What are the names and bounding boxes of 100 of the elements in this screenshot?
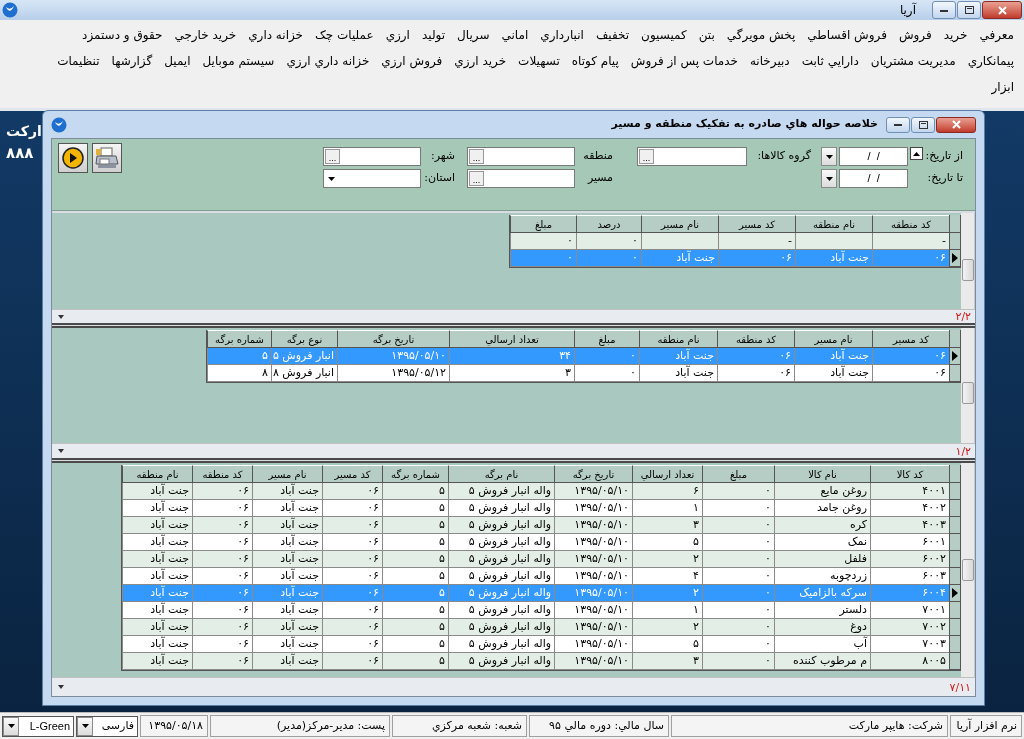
date-dropdown-button[interactable] — [821, 169, 837, 188]
row-indicator[interactable] — [949, 250, 961, 267]
menu-item[interactable]: خزانه داري — [248, 26, 303, 44]
print-button[interactable] — [92, 143, 122, 173]
minimize-button[interactable] — [932, 1, 956, 19]
column-header[interactable]: نام منطقه — [639, 330, 717, 348]
column-header[interactable]: نام مسير — [252, 465, 322, 483]
row-indicator[interactable] — [949, 348, 961, 365]
menu-item[interactable]: سريال — [457, 26, 490, 44]
menu-item[interactable]: فروش اقساطي — [807, 26, 887, 44]
menu-item[interactable]: كميسيون — [641, 26, 687, 44]
column-header[interactable]: كد منطقه — [872, 215, 949, 233]
browse-button[interactable]: ... — [469, 171, 484, 186]
table-row[interactable]: ۴۰۰۱ روغن مايع ۰ ۶ ۱۳۹۵/۰۵/۱۰ واله انبار فروش ۵ ۵ ۰۶ جنت آباد ۰۶ جنت آباد — [122, 483, 961, 500]
lookup-field[interactable]: ... — [467, 147, 575, 166]
date-dropdown-button[interactable] — [821, 147, 837, 166]
table-row[interactable]: - - ۰ ۰ — [510, 233, 961, 250]
close-button[interactable] — [982, 1, 1022, 19]
menu-item[interactable]: خريد — [943, 26, 968, 44]
menu-item[interactable]: تسهيلات — [518, 52, 560, 70]
browse-button[interactable]: ... — [639, 149, 654, 164]
menu-item[interactable]: خدمات پس از فروش — [630, 52, 738, 70]
column-header[interactable]: نوع برگه — [271, 330, 337, 348]
row-indicator[interactable] — [949, 585, 961, 602]
language-select[interactable]: فارسی — [76, 715, 138, 737]
column-header[interactable]: مبلغ — [702, 465, 774, 483]
column-header[interactable]: كد مسير — [322, 465, 382, 483]
menu-item[interactable]: عمليات چک — [315, 26, 374, 44]
menu-item[interactable]: فروش ارزي — [381, 52, 443, 70]
menu-item[interactable]: گزارشها — [111, 52, 153, 70]
menu-item[interactable]: انبارداري — [540, 26, 584, 44]
browse-button[interactable]: ... — [469, 149, 484, 164]
menu-item[interactable]: ارزي — [385, 26, 410, 44]
table-row[interactable]: ۷۰۰۱ دلستر ۰ ۱ ۱۳۹۵/۰۵/۱۰ واله انبار فروش ۵ ۵ ۰۶ جنت آباد ۰۶ جنت آباد — [122, 602, 961, 619]
column-header[interactable]: شماره برگه — [207, 330, 271, 348]
menu-item[interactable]: پخش مويرگي — [726, 26, 796, 44]
column-header[interactable]: تاريخ برگه — [554, 465, 632, 483]
lookup-field[interactable]: ... — [323, 147, 421, 166]
menu-item[interactable]: تنظيمات — [57, 52, 100, 70]
table-row[interactable]: ۶۰۰۲ فلفل ۰ ۲ ۱۳۹۵/۰۵/۱۰ واله انبار فروش ۵ ۵ ۰۶ جنت آباد ۰۶ جنت آباد — [122, 551, 961, 568]
table-row[interactable]: ۷۰۰۳ آب ۰ ۵ ۱۳۹۵/۰۵/۱۰ واله انبار فروش ۵ ۵ ۰۶ جنت آباد ۰۶ جنت آباد — [122, 636, 961, 653]
column-header[interactable]: نام كالا — [774, 465, 870, 483]
menu-item[interactable]: ايميل — [164, 52, 191, 70]
column-header[interactable]: كد مسير — [718, 215, 795, 233]
dropdown-button[interactable] — [77, 716, 93, 736]
column-header[interactable]: درصد — [576, 215, 641, 233]
menu-item[interactable]: فروش — [898, 26, 932, 44]
date-field[interactable]: / / — [839, 147, 909, 166]
menu-item[interactable]: ابزار — [991, 78, 1014, 96]
restore-button[interactable] — [957, 1, 981, 19]
scrollbar[interactable] — [961, 213, 975, 309]
menu-item[interactable]: تخفيف — [595, 26, 630, 44]
scrollbar[interactable] — [961, 463, 975, 677]
lookup-field[interactable]: ... — [467, 169, 575, 188]
column-header[interactable]: كد كالا — [870, 465, 949, 483]
column-header[interactable]: تاريخ برگه — [337, 330, 449, 348]
province-select[interactable] — [323, 169, 421, 188]
table-row[interactable]: ۰۶ جنت آباد ۰۶ جنت آباد ۰ ۳ ۱۳۹۵/۰۵/۱۲ انبار فروش ۸ ۸ — [207, 365, 961, 382]
menu-item[interactable]: توليد — [421, 26, 446, 44]
menu-item[interactable]: پيمانكاري — [967, 52, 1014, 70]
column-header[interactable]: نام مسير — [794, 330, 872, 348]
column-header[interactable]: نام مسير — [641, 215, 718, 233]
menu-item[interactable]: سيستم موبايل — [202, 52, 275, 70]
menu-item[interactable]: حقوق و دستمزد — [82, 26, 163, 44]
spin-button[interactable] — [910, 147, 924, 160]
restore-button[interactable] — [911, 116, 935, 133]
menu-item[interactable]: مديريت مشتريان — [870, 52, 956, 70]
scrollbar[interactable] — [961, 328, 975, 443]
column-header[interactable]: نام منطقه — [795, 215, 872, 233]
table-row[interactable]: ۶۰۰۳ زردچوبه ۰ ۴ ۱۳۹۵/۰۵/۱۰ واله انبار فروش ۵ ۵ ۰۶ جنت آباد ۰۶ جنت آباد — [122, 568, 961, 585]
column-header[interactable]: نام منطقه — [122, 465, 192, 483]
column-header[interactable]: مبلغ — [574, 330, 639, 348]
close-button[interactable] — [936, 116, 976, 133]
menu-item[interactable]: اماني — [501, 26, 529, 44]
menu-item[interactable]: خريد خارجي — [174, 26, 237, 44]
column-header[interactable]: كد منطقه — [192, 465, 252, 483]
date-field[interactable]: / / — [839, 169, 909, 188]
lookup-field[interactable]: ... — [637, 147, 747, 166]
dropdown-button[interactable] — [3, 716, 19, 736]
theme-select[interactable]: L-Green — [2, 715, 74, 737]
column-header[interactable]: كد مسير — [872, 330, 949, 348]
table-row[interactable]: ۸۰۰۵ م مرطوب كننده ۰ ۳ ۱۳۹۵/۰۵/۱۰ واله انبار فروش ۵ ۵ ۰۶ جنت آباد ۰۶ جنت آباد — [122, 653, 961, 670]
run-button[interactable] — [58, 143, 88, 173]
table-row[interactable]: ۴۰۰۲ روغن جامد ۰ ۱ ۱۳۹۵/۰۵/۱۰ واله انبار فروش ۵ ۵ ۰۶ جنت آباد ۰۶ جنت آباد — [122, 500, 961, 517]
menu-item[interactable]: معرفي — [979, 26, 1014, 44]
column-header[interactable]: مبلغ — [510, 215, 576, 233]
column-header[interactable]: تعداد ارسالي — [449, 330, 574, 348]
table-row[interactable]: ۷۰۰۲ دوغ ۰ ۲ ۱۳۹۵/۰۵/۱۰ واله انبار فروش ۵ ۵ ۰۶ جنت آباد ۰۶ جنت آباد — [122, 619, 961, 636]
menu-item[interactable]: بتن — [698, 26, 715, 44]
column-header[interactable]: نام برگه — [448, 465, 554, 483]
column-header[interactable]: كد منطقه — [717, 330, 794, 348]
column-header[interactable]: شماره برگه — [382, 465, 448, 483]
menu-item[interactable]: دارايي ثابت — [801, 52, 859, 70]
menu-item[interactable]: خزانه داري ارزي — [286, 52, 370, 70]
column-header[interactable]: تعداد ارسالي — [632, 465, 702, 483]
menu-item[interactable]: پيام كوتاه — [571, 52, 619, 70]
browse-button[interactable]: ... — [325, 149, 340, 164]
menu-item[interactable]: خريد ارزي — [454, 52, 507, 70]
table-row[interactable]: ۴۰۰۳ كره ۰ ۳ ۱۳۹۵/۰۵/۱۰ واله انبار فروش ۵ ۵ ۰۶ جنت آباد ۰۶ جنت آباد — [122, 517, 961, 534]
menu-item[interactable]: دبيرخانه — [749, 52, 790, 70]
